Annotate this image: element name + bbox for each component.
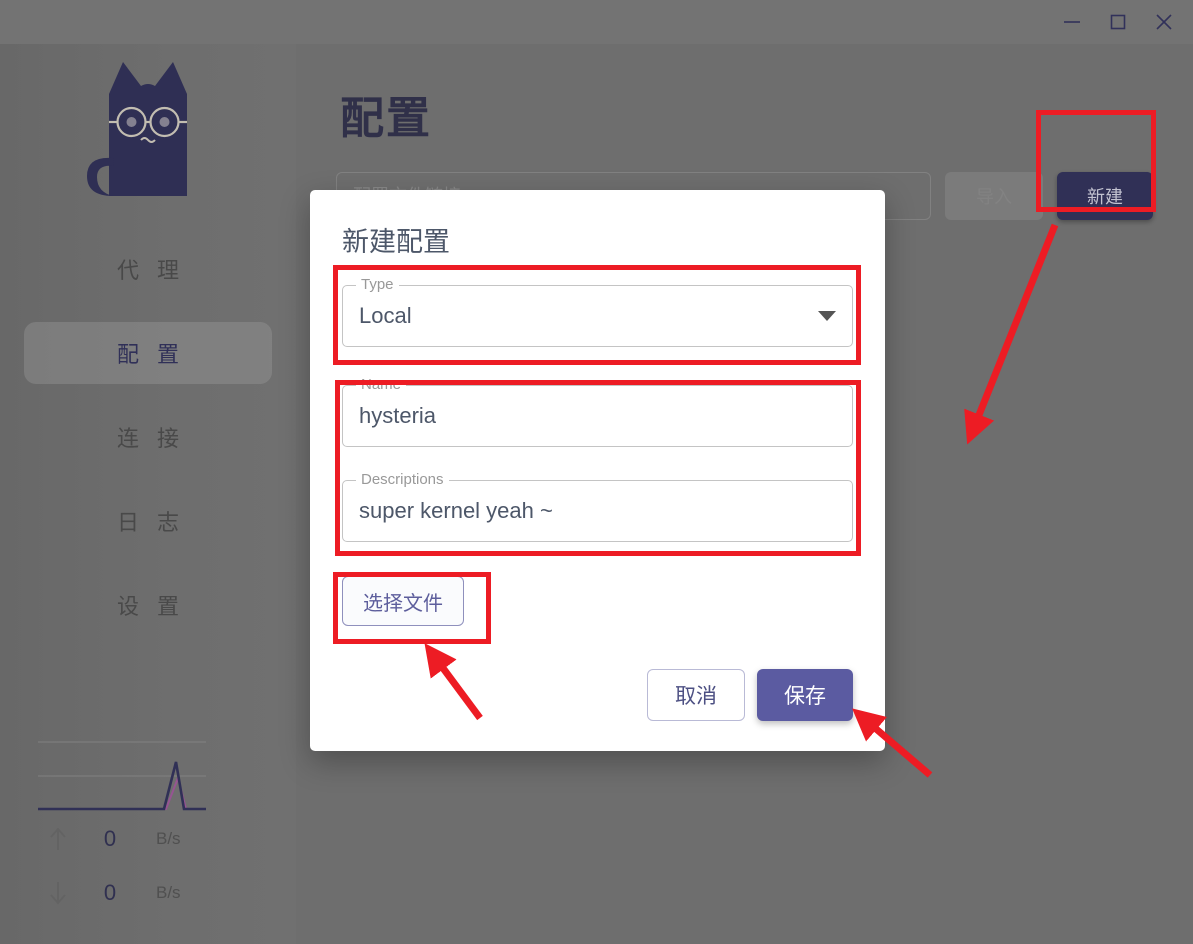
cancel-button[interactable]: 取消 [647,669,745,721]
save-button[interactable]: 保存 [757,669,853,721]
new-profile-dialog: 新建配置 Type Local Name Descriptions 选择文件 取… [310,190,885,751]
name-input-field[interactable]: Name [342,376,853,447]
choose-file-button[interactable]: 选择文件 [342,576,464,626]
descriptions-input-field[interactable]: Descriptions [342,471,853,542]
dialog-actions: 取消 保存 [647,669,853,721]
name-field-label: Name [356,376,407,393]
name-input[interactable] [359,403,836,429]
type-field-value: Local [359,303,412,328]
type-select-field[interactable]: Type Local [342,276,853,347]
descriptions-field-label: Descriptions [356,471,449,488]
name-description-group: Name Descriptions [342,376,853,542]
type-field-label: Type [356,276,399,293]
dialog-title: 新建配置 [342,227,450,257]
chevron-down-icon[interactable] [818,311,836,321]
descriptions-input[interactable] [359,498,836,524]
